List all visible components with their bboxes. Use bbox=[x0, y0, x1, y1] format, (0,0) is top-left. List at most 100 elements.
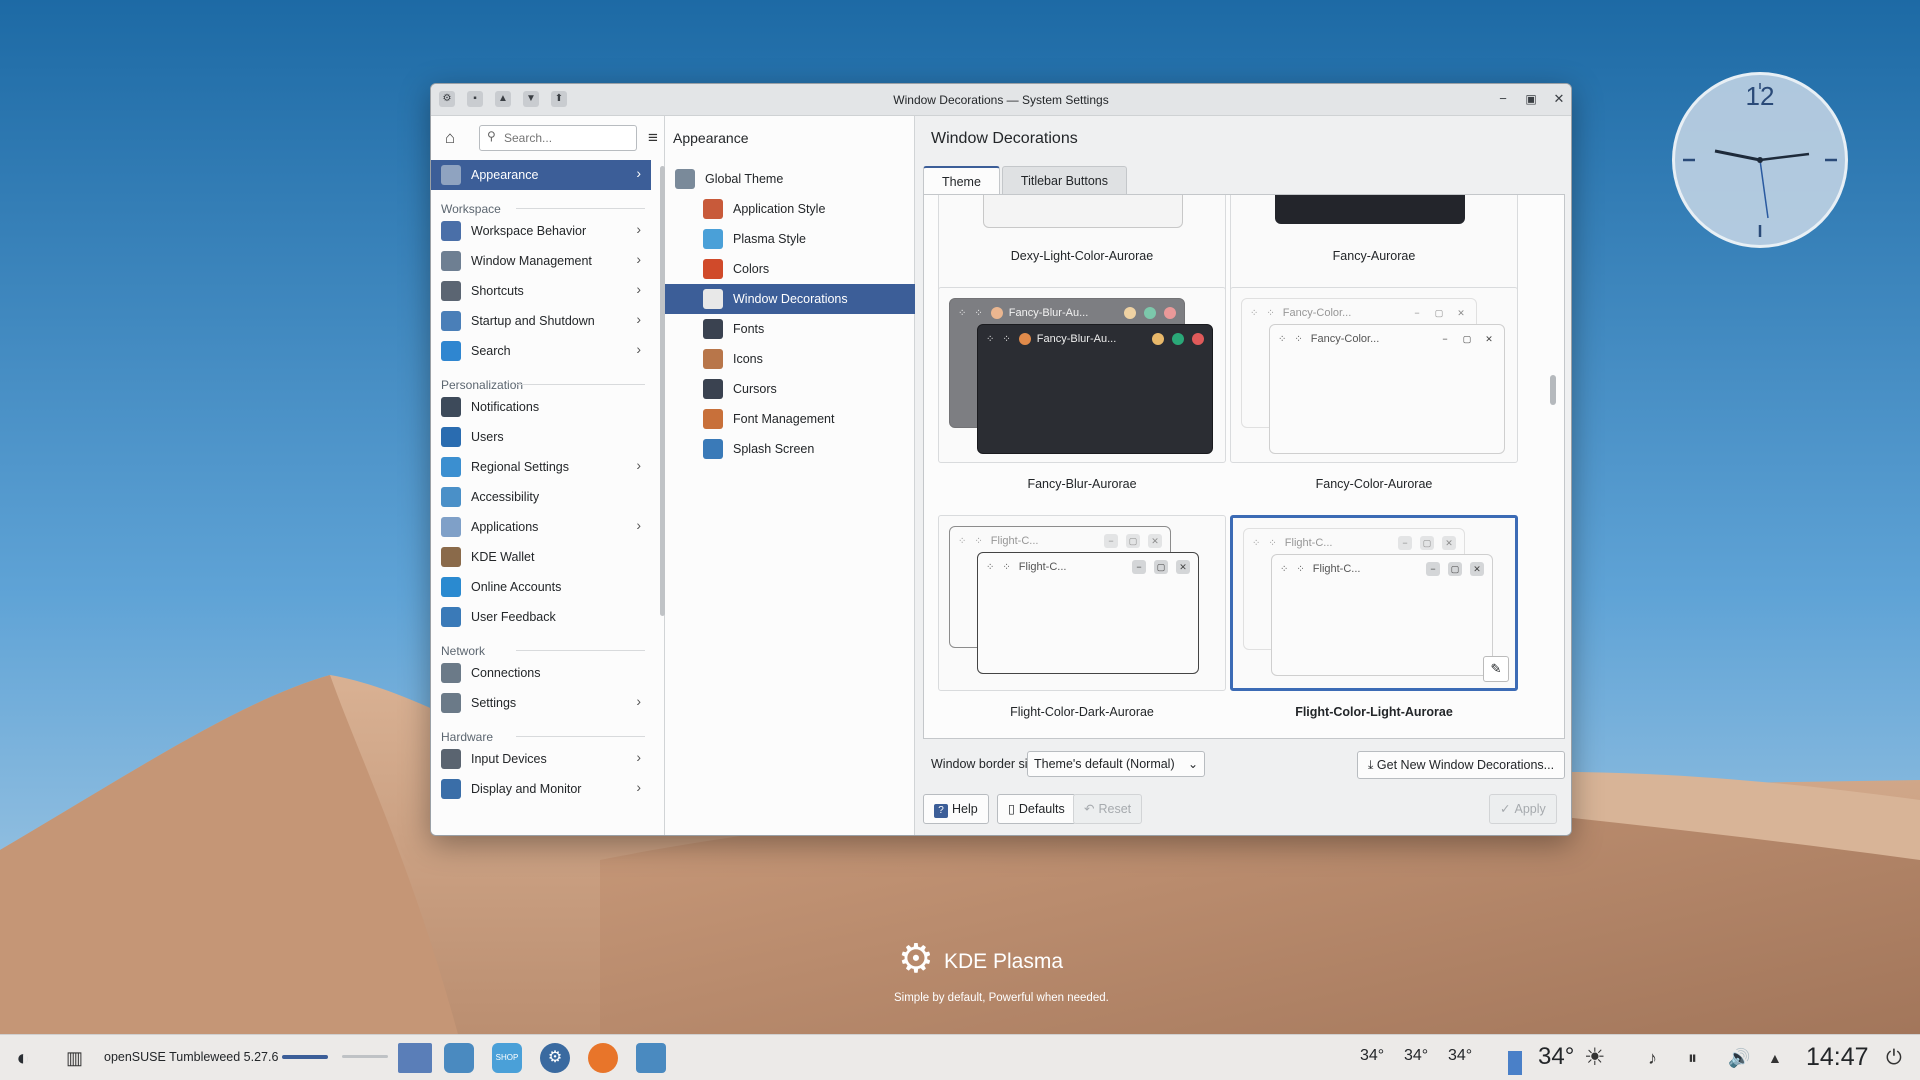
users-icon bbox=[441, 427, 461, 447]
pause-icon[interactable]: ⏸ bbox=[1688, 1043, 1712, 1073]
analog-clock-widget[interactable]: 12 bbox=[1672, 72, 1848, 248]
category-list: Appearance › Workspace Workspace Behavior… bbox=[431, 160, 651, 804]
theme-card[interactable]: ⁘ ⁘ Flight-C... − ▢ ✕ ⁘ ⁘ Flight-C... − ▢ ✕ bbox=[938, 515, 1226, 691]
sidebar-item-online-accounts[interactable]: Online Accounts bbox=[431, 572, 651, 602]
search-input[interactable] bbox=[479, 125, 637, 151]
sidebar-item-window-management[interactable]: Window Management › bbox=[431, 246, 651, 276]
theme-card[interactable]: ⁘ ⁘ Fancy-Blur-Au... ⁘ ⁘ Fancy-Blur-Au... bbox=[938, 287, 1226, 463]
sidebar-item-shortcuts[interactable]: Shortcuts › bbox=[431, 276, 651, 306]
orange-dot-icon bbox=[1018, 333, 1031, 345]
subpanel-item-application-style[interactable]: Application Style bbox=[665, 194, 915, 224]
dolphin-icon[interactable] bbox=[636, 1043, 666, 1073]
media-player-icon[interactable]: ♪ bbox=[1648, 1043, 1672, 1073]
firefox-icon[interactable] bbox=[588, 1043, 618, 1073]
yellow-dot-icon bbox=[1152, 333, 1164, 345]
close-icon: ✕ bbox=[1176, 560, 1190, 574]
sidebar-item-users[interactable]: Users bbox=[431, 422, 651, 452]
sidebar-item-label: Shortcuts bbox=[471, 284, 524, 298]
application-launcher-icon[interactable]: ◐ bbox=[8, 1043, 38, 1073]
maximize-icon[interactable]: ▣ bbox=[1523, 91, 1539, 107]
subpanel-item-colors[interactable]: Colors bbox=[665, 254, 915, 284]
border-size-select[interactable]: Theme's default (Normal) ⌄ bbox=[1027, 751, 1205, 777]
theme-card-label: Flight-Color-Light-Aurorae bbox=[1295, 705, 1453, 719]
system-settings-app-icon[interactable]: ⚙ bbox=[540, 1043, 570, 1073]
minimize-icon[interactable]: − bbox=[1495, 91, 1511, 107]
preview-window-front: ⁘ ⁘ Fancy-Blur-Au... bbox=[977, 324, 1213, 454]
subpanel-item-font-management[interactable]: Font Management bbox=[665, 404, 915, 434]
defaults-button[interactable]: ▯ Defaults bbox=[997, 794, 1076, 824]
orange-dot-icon bbox=[990, 307, 1003, 319]
sidebar-item-workspace-behavior[interactable]: Workspace Behavior › bbox=[431, 216, 651, 246]
tray-expand-icon[interactable]: ▲ bbox=[1768, 1043, 1788, 1073]
grid-scrollbar[interactable] bbox=[1550, 375, 1556, 405]
subpanel-item-cursors[interactable]: Cursors bbox=[665, 374, 915, 404]
kde-gear-icon: ⚙ bbox=[898, 937, 934, 981]
preview-titlebar: ⁘ ⁘ Fancy-Blur-Au... bbox=[986, 331, 1204, 347]
sidebar-item-label: Accessibility bbox=[471, 490, 540, 504]
distro-label: openSUSE Tumbleweed 5.27.6 bbox=[104, 1050, 279, 1064]
sidebar-item-connections[interactable]: Connections bbox=[431, 658, 651, 688]
window-titlebar[interactable]: ⚙ ▪ ▲ ▼ ⬆ Window Decorations — System Se… bbox=[431, 84, 1571, 116]
sidebar-item-regional-settings[interactable]: Regional Settings › bbox=[431, 452, 651, 482]
speaker-icon[interactable]: 🔊 bbox=[1728, 1043, 1752, 1073]
brightness-bar-icon[interactable] bbox=[342, 1055, 388, 1058]
subpanel-item-fonts[interactable]: Fonts bbox=[665, 314, 915, 344]
sun-weather-icon[interactable]: ☀ bbox=[1584, 1043, 1614, 1073]
globe-app-icon[interactable] bbox=[444, 1043, 474, 1073]
preview-titlebar: ⁘ ⁘ Flight-C... − ▢ ✕ bbox=[958, 533, 1162, 549]
cpu-temp-3: 34° bbox=[1448, 1047, 1473, 1064]
sidebar-item-startup-and-shutdown[interactable]: Startup and Shutdown › bbox=[431, 306, 651, 336]
theme-card[interactable]: ⁘ ⁘ Fancy-Color... − ▢ ✕ ⁘ ⁘ Fancy-Color... − ▢ ✕ bbox=[1230, 287, 1518, 463]
sidebar-item-display-and-monitor[interactable]: Display and Monitor › bbox=[431, 774, 651, 804]
sidebar-item-kde-wallet[interactable]: KDE Wallet bbox=[431, 542, 651, 572]
minimize-icon: − bbox=[1414, 308, 1420, 318]
subpanel-item-plasma-style[interactable]: Plasma Style bbox=[665, 224, 915, 254]
software-shop-icon[interactable]: SHOP bbox=[492, 1043, 522, 1073]
theme-card[interactable]: ⁘ ⁘ Flight-C... − ▢ ✕ ⁘ ⁘ Flight-C... − ▢ ✕ ✎ bbox=[1230, 515, 1518, 691]
maximize-icon: ▢ bbox=[1420, 536, 1434, 550]
cpu-graph-icon[interactable] bbox=[1508, 1051, 1522, 1075]
chevron-right-icon: › bbox=[636, 165, 641, 181]
decoration-theme-grid[interactable]: Dexy-Light-Color-Aurorae Fancy-Aurorae ⁘ ⁘ F… bbox=[923, 194, 1565, 739]
chevron-right-icon: › bbox=[636, 221, 641, 237]
sidebar-item-label: Input Devices bbox=[471, 752, 547, 766]
apply-label: Apply bbox=[1514, 802, 1546, 816]
power-icon[interactable]: ⏻ bbox=[1886, 1043, 1912, 1073]
sidebar-item-applications[interactable]: Applications › bbox=[431, 512, 651, 542]
get-new-decorations-button[interactable]: ⤓ Get New Window Decorations... bbox=[1357, 751, 1565, 779]
subpanel-item-global-theme[interactable]: Global Theme bbox=[665, 164, 915, 194]
digital-clock[interactable]: 14:47 bbox=[1806, 1043, 1869, 1072]
close-icon[interactable]: ✕ bbox=[1551, 91, 1567, 107]
tab-theme[interactable]: Theme bbox=[923, 166, 1000, 194]
subpanel-item-splash-screen[interactable]: Splash Screen bbox=[665, 434, 915, 464]
reset-button[interactable]: ↶ Reset bbox=[1073, 794, 1143, 824]
volume-bar-icon[interactable] bbox=[282, 1055, 328, 1059]
subpanel-item-window-decorations[interactable]: Window Decorations bbox=[665, 284, 915, 314]
home-icon[interactable]: ⌂ bbox=[439, 127, 461, 149]
settings-sidebar: ⌂ ⚲ ≡ Appearance › WorkspaceWorkspace Be… bbox=[431, 116, 665, 835]
sidebar-item-notifications[interactable]: Notifications bbox=[431, 392, 651, 422]
sidebar-item-appearance[interactable]: Appearance › bbox=[431, 160, 651, 190]
font-management-icon bbox=[703, 409, 723, 429]
sidebar-item-accessibility[interactable]: Accessibility bbox=[431, 482, 651, 512]
kde-tagline: Simple by default, Powerful when needed. bbox=[894, 992, 1109, 1004]
help-button[interactable]: ? Help bbox=[923, 794, 989, 824]
desktop-preview-icon[interactable] bbox=[398, 1043, 432, 1073]
tab-titlebar-buttons[interactable]: Titlebar Buttons bbox=[1001, 166, 1127, 194]
sidebar-item-search[interactable]: Search › bbox=[431, 336, 651, 366]
sidebar-item-label: Search bbox=[471, 344, 511, 358]
sidebar-item-input-devices[interactable]: Input Devices › bbox=[431, 744, 651, 774]
preview-title: Flight-C... bbox=[990, 535, 1039, 547]
sidebar-item-settings[interactable]: Settings › bbox=[431, 688, 651, 718]
tab-bar: Theme Titlebar Buttons bbox=[923, 166, 1129, 194]
edit-pencil-button[interactable]: ✎ bbox=[1483, 656, 1509, 682]
close-icon: ✕ bbox=[1457, 308, 1465, 318]
pager-icon[interactable]: ▥ bbox=[66, 1043, 88, 1073]
subpanel-item-icons[interactable]: Icons bbox=[665, 344, 915, 374]
hamburger-menu-icon[interactable]: ≡ bbox=[643, 127, 663, 149]
sidebar-item-user-feedback[interactable]: User Feedback bbox=[431, 602, 651, 632]
notifications-icon bbox=[441, 397, 461, 417]
subpanel-item-label: Font Management bbox=[733, 412, 835, 426]
window-title: Window Decorations — System Settings bbox=[893, 93, 1109, 107]
apply-button[interactable]: ✓ Apply bbox=[1489, 794, 1557, 824]
